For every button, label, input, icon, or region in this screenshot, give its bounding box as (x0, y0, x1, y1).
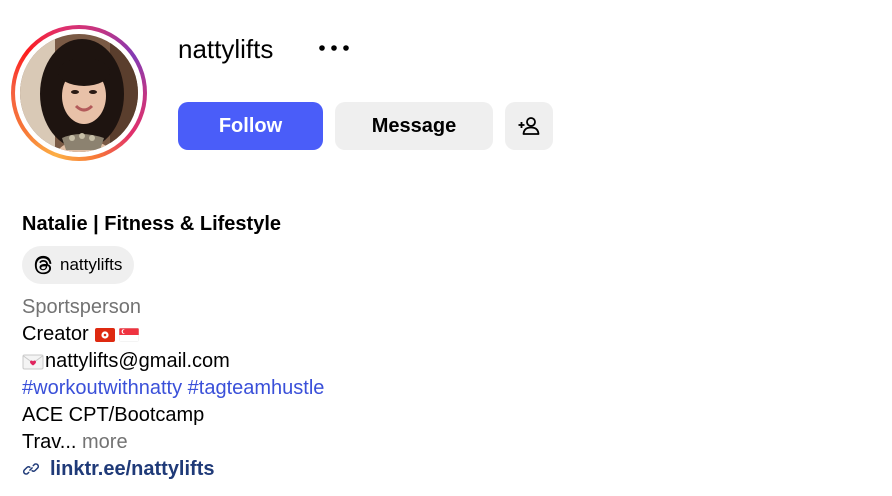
external-link[interactable]: linktr.ee/nattylifts (22, 456, 215, 482)
bio-line-creator: Creator (22, 321, 324, 348)
more-options-icon[interactable] (316, 38, 356, 58)
singapore-flag-icon (118, 327, 139, 342)
truncated-text: Trav... (22, 431, 77, 453)
threads-badge[interactable]: nattylifts (22, 246, 135, 284)
more-button[interactable]: more (82, 429, 128, 456)
profile-bio: Sportsperson Creator nattylifts@gmail.co… (22, 294, 324, 456)
message-button[interactable]: Message (335, 102, 493, 150)
profile-username: nattylifts (178, 34, 274, 64)
hashtag-link[interactable]: #workoutwithnatty (22, 375, 182, 402)
bio-line-credential: ACE CPT/Bootcamp (22, 404, 205, 426)
profile-category: Sportsperson (22, 296, 141, 318)
bio-line-email: nattylifts@gmail.com (22, 348, 324, 375)
bio-line-truncated: Trav... more (22, 429, 324, 456)
creator-text: Creator (22, 323, 89, 345)
avatar[interactable] (20, 34, 138, 152)
threads-handle: nattylifts (60, 255, 123, 274)
suggest-accounts-button[interactable] (505, 102, 553, 150)
love-letter-icon (22, 354, 44, 370)
hashtag-link[interactable]: #tagteamhustle (188, 375, 325, 402)
add-person-icon (518, 117, 540, 135)
avatar-photo (20, 34, 138, 152)
profile-full-name: Natalie | Fitness & Lifestyle (22, 213, 282, 235)
profile-avatar-ring[interactable] (11, 25, 147, 161)
link-text[interactable]: linktr.ee/nattylifts (50, 456, 215, 482)
email-text: nattylifts@gmail.com (45, 350, 230, 372)
link-icon (23, 463, 39, 475)
hong-kong-flag-icon (94, 327, 115, 342)
bio-line-hashtags: #workoutwithnatty #tagteamhustle (22, 375, 324, 402)
follow-button[interactable]: Follow (178, 102, 323, 150)
threads-icon (34, 255, 52, 275)
